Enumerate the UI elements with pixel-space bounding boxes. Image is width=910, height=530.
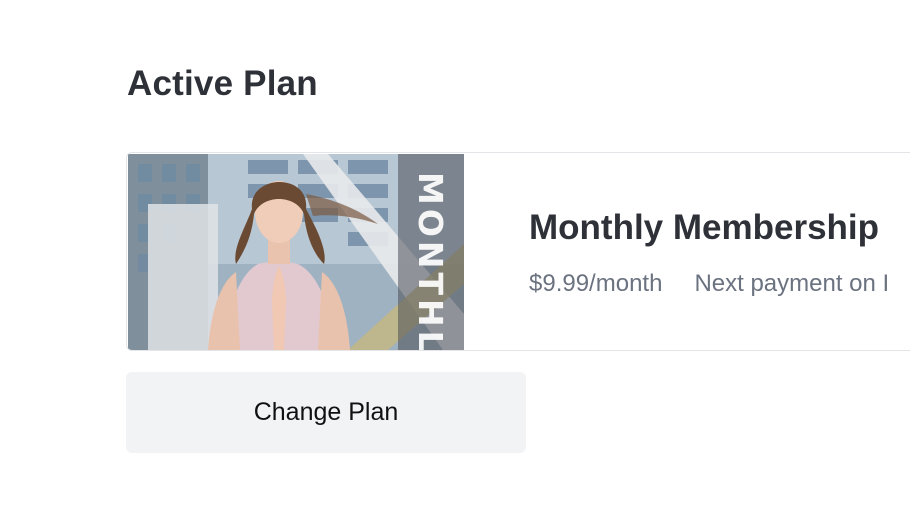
plan-meta: $9.99/month Next payment on I	[529, 270, 889, 298]
plan-image-label: MONTHLY	[411, 172, 450, 350]
section-title: Active Plan	[127, 64, 318, 103]
change-plan-button[interactable]: Change Plan	[126, 372, 526, 453]
plan-image: MONTHLY	[128, 154, 464, 350]
next-payment: Next payment on I	[694, 270, 890, 297]
plan-card: MONTHLY Monthly Membership $9.99/month Ne…	[126, 152, 910, 351]
plan-price: $9.99/month	[529, 270, 663, 297]
plan-info: Monthly Membership $9.99/month Next payme…	[529, 208, 889, 298]
active-plan-page: Active Plan MONTHLY Monthly Membership $…	[0, 0, 910, 530]
plan-name: Monthly Membership	[529, 208, 880, 247]
